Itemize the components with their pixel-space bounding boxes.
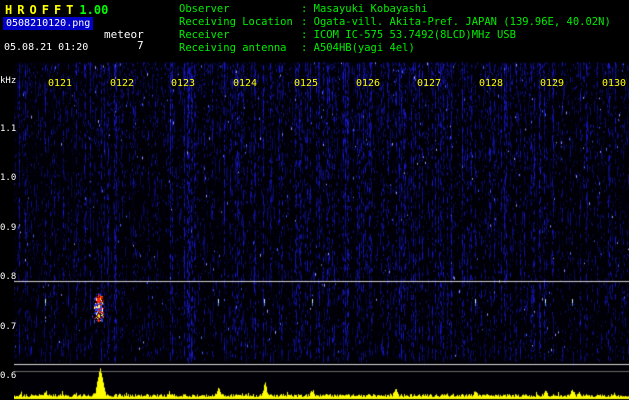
time-label-0121: 0121	[47, 78, 73, 89]
freq-label-0-7: 0.7	[0, 322, 17, 332]
title-letter-t: T	[66, 3, 74, 17]
time-label-0122: 0122	[109, 78, 135, 89]
filename-badge: 0508210120.png	[3, 17, 94, 30]
freq-label-1-1: 1.1	[0, 124, 17, 134]
time-label-0125: 0125	[293, 78, 319, 89]
timestamp: 05.08.21 01:20	[4, 42, 89, 53]
info-row-observer: Observer: Masayuki Kobayashi	[179, 3, 611, 16]
info-label-observer: Observer	[179, 3, 230, 15]
station-info: Observer: Masayuki Kobayashi Receiving L…	[179, 3, 611, 55]
info-label-antenna: Receiving antenna	[179, 42, 287, 54]
meteor-count: 7	[137, 39, 144, 52]
freq-label-1-0: 1.0	[0, 173, 17, 183]
info-value-receiver: ICOM IC-575 53.7492(8LCD)MHz USB	[313, 29, 516, 41]
app-title: H R O F F T 1.00	[5, 3, 108, 17]
freq-axis-unit: kHz	[0, 76, 17, 86]
info-separator: :	[301, 29, 314, 41]
title-letter-h: H	[5, 3, 13, 17]
time-label-0128: 0128	[478, 78, 504, 89]
time-label-0124: 0124	[232, 78, 258, 89]
title-letter-o: O	[29, 3, 37, 17]
title-letter-f2: F	[53, 3, 62, 17]
info-row-receiver: Receiver: ICOM IC-575 53.7492(8LCD)MHz U…	[179, 29, 611, 42]
time-label-0130: 0130	[601, 78, 627, 89]
time-label-0129: 0129	[539, 78, 565, 89]
time-label-0126: 0126	[355, 78, 381, 89]
spectrogram-canvas	[14, 62, 629, 400]
freq-label-0-6: 0.6	[0, 371, 17, 381]
info-value-location: Ogata-vill. Akita-Pref. JAPAN (139.96E, …	[313, 16, 611, 28]
info-separator: :	[301, 42, 314, 54]
time-label-0127: 0127	[416, 78, 442, 89]
title-letter-f1: F	[41, 3, 49, 17]
info-row-location: Receiving Location: Ogata-vill. Akita-Pr…	[179, 16, 611, 29]
info-row-antenna: Receiving antenna: A504HB(yagi 4el)	[179, 42, 611, 55]
app-version: 1.00	[79, 3, 109, 17]
title-letter-r: R	[17, 3, 25, 17]
freq-label-0-9: 0.9	[0, 223, 17, 233]
time-label-0123: 0123	[170, 78, 196, 89]
info-value-observer: Masayuki Kobayashi	[313, 3, 428, 15]
info-label-receiver: Receiver	[179, 29, 230, 41]
info-value-antenna: A504HB(yagi 4el)	[313, 42, 415, 54]
info-separator: :	[301, 3, 314, 15]
info-label-location: Receiving Location	[179, 16, 293, 28]
freq-label-0-8: 0.8	[0, 272, 17, 282]
hrofft-output: H R O F F T 1.00 0508210120.png meteor 7 05.08…	[0, 0, 629, 400]
info-separator: :	[301, 16, 314, 28]
